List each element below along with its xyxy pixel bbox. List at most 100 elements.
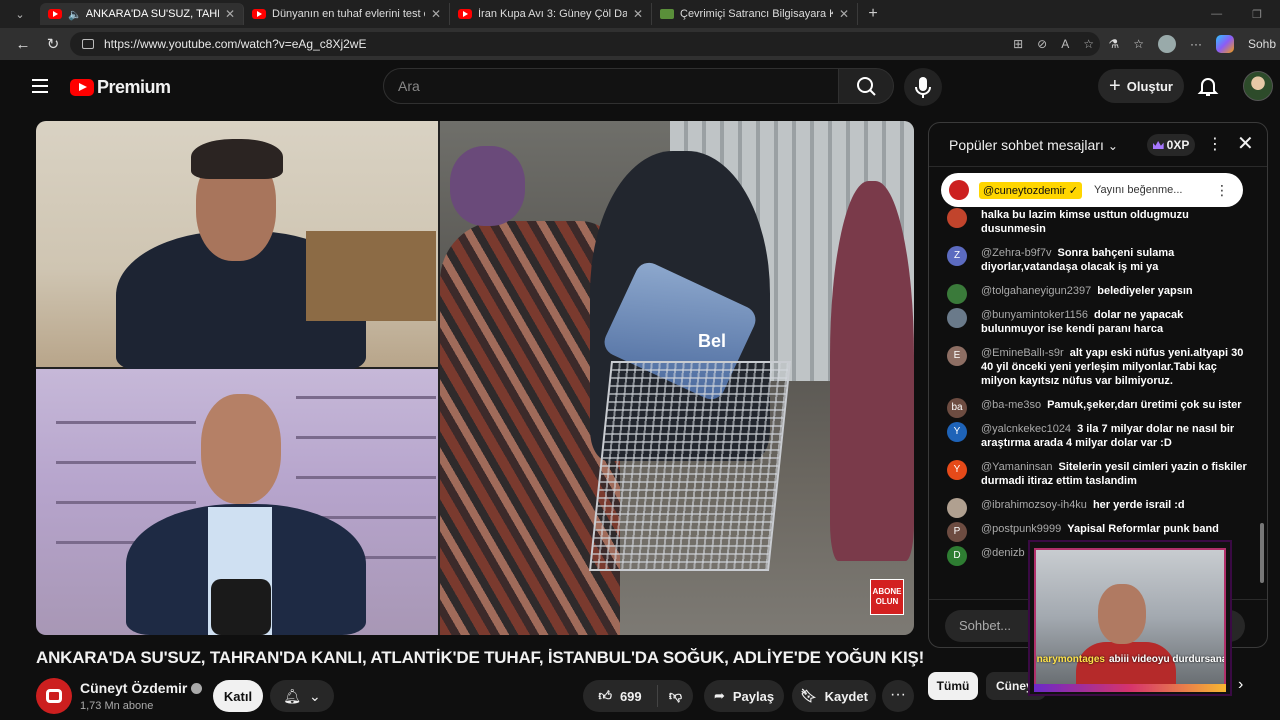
webcam-frame: narymontages abiii videoyu durdursana	[1034, 548, 1226, 686]
tracking-off-icon[interactable]: ⊘	[1037, 37, 1047, 51]
chat-mode-dropdown[interactable]: Popüler sohbet mesajları ⌄	[949, 137, 1118, 153]
chat-author-avatar[interactable]: Z	[947, 246, 967, 266]
notifications-bell-icon[interactable]	[1196, 74, 1220, 98]
read-aloud-icon[interactable]: A	[1061, 37, 1069, 51]
chat-author-name[interactable]: @bunyamintoker1156	[981, 309, 1088, 321]
join-button[interactable]: Katıl	[213, 680, 263, 712]
search-button[interactable]	[838, 68, 894, 104]
close-tab-icon[interactable]: ✕	[225, 7, 235, 21]
create-button[interactable]: + Oluştur	[1098, 69, 1184, 103]
browser-tab-1[interactable]: 🔈 ANKARA'DA SU'SUZ, TAHRAN ✕	[40, 3, 244, 25]
browser-tab-3[interactable]: İran Kupa Avı 3: Güney Çöl Dağ Ke ✕	[450, 3, 652, 25]
account-avatar[interactable]	[1243, 71, 1273, 101]
pinned-author-avatar	[949, 180, 969, 200]
site-info-icon[interactable]	[82, 39, 94, 49]
menu-hamburger-icon[interactable]	[32, 79, 48, 93]
chat-message[interactable]: E @EmineBallı-s9r alt yapı eski nüfus yeni…	[947, 346, 1247, 388]
chat-message[interactable]: halka bu lazim kimse usttun oldugmuzu du…	[947, 208, 1247, 236]
plus-icon: +	[1109, 74, 1121, 97]
extensions-icon[interactable]: ⚗	[1108, 37, 1119, 51]
chat-author-name[interactable]: @yalcnkekec1024	[981, 423, 1071, 435]
close-tab-icon[interactable]: ✕	[839, 7, 849, 21]
pinned-message[interactable]: @cuneytozdemir ✓ Yayını beğenme... ⋮	[941, 173, 1243, 207]
chat-message[interactable]: @tolgahaneyigun2397 belediyeler yapsın	[947, 284, 1247, 304]
chat-author-name[interactable]: @denizb	[981, 547, 1025, 559]
favorite-star-icon[interactable]: ☆	[1083, 37, 1094, 51]
app-grid-icon[interactable]: ⊞	[1013, 37, 1023, 51]
chat-author-avatar[interactable]: E	[947, 346, 967, 366]
chat-message[interactable]: ba @ba-me3so Pamuk,şeker,darı üretimi çok …	[947, 398, 1247, 418]
webcam-overlay: narymontages abiii videoyu durdursana	[1028, 540, 1232, 696]
chat-author-name[interactable]: @postpunk9999	[981, 523, 1061, 535]
chat-author-avatar[interactable]: D	[947, 546, 967, 566]
tab-title: Dünyanın en tuhaf evlerini test etti	[272, 8, 425, 20]
url-action-icons: ⊞ ⊘ A ☆	[1013, 28, 1094, 60]
chat-sidebar-label[interactable]: Sohb	[1248, 37, 1276, 51]
settings-dots-icon[interactable]: ···	[1190, 37, 1202, 51]
favorites-icon[interactable]: ☆	[1133, 37, 1144, 51]
chat-message[interactable]: Y @yalcnkekec1024 3 ila 7 milyar dolar ne …	[947, 422, 1247, 450]
more-actions-button[interactable]: ···	[882, 680, 914, 712]
minimize-icon[interactable]: —	[1211, 8, 1222, 20]
search-input[interactable]: Ara	[383, 68, 839, 104]
chat-author-avatar[interactable]: ba	[947, 398, 967, 418]
chat-author-name[interactable]: @ibrahimozsoy-ih4ku	[981, 499, 1087, 511]
chat-author-avatar[interactable]: P	[947, 522, 967, 542]
chat-author-avatar[interactable]	[947, 308, 967, 328]
chat-options-icon[interactable]: ⋮	[1207, 134, 1223, 154]
browser-tab-2[interactable]: Dünyanın en tuhaf evlerini test etti ✕	[244, 3, 450, 25]
subscribe-badge-overlay: ABONE OLUN	[870, 579, 904, 615]
channel-avatar[interactable]	[36, 678, 72, 714]
chevron-down-icon: ⌄	[1107, 139, 1118, 153]
chat-author-avatar[interactable]	[947, 208, 967, 228]
video-panel-host-bottom	[36, 369, 438, 635]
share-label: Paylaş	[732, 688, 775, 704]
chat-message[interactable]: @bunyamintoker1156 dolar ne yapacak bulun…	[947, 308, 1247, 336]
youtube-premium-logo[interactable]: Premium	[70, 77, 171, 98]
points-badge[interactable]: 0XP	[1147, 134, 1195, 156]
chat-message[interactable]: Z @Zehra-b9f7v Sonra bahçeni sulama diyorl…	[947, 246, 1247, 274]
badge-line-2: OLUN	[875, 597, 899, 606]
save-button[interactable]: 🔖︎ Kaydet	[792, 680, 876, 712]
copilot-icon[interactable]	[1215, 35, 1234, 53]
webcam-caption: narymontages abiii videoyu durdursana	[1036, 654, 1224, 665]
close-chat-icon[interactable]: ✕	[1237, 131, 1254, 156]
share-button[interactable]: ➦ Paylaş	[704, 680, 784, 712]
video-panel-host-top	[36, 121, 438, 371]
reload-icon[interactable]: ↻	[38, 35, 68, 53]
url-field[interactable]: https://www.youtube.com/watch?v=eAg_c8Xj…	[70, 32, 1100, 56]
back-arrow-icon[interactable]: ←	[8, 36, 38, 53]
chat-author-avatar[interactable]: Y	[947, 460, 967, 480]
close-tab-icon[interactable]: ✕	[431, 7, 441, 21]
speaker-icon[interactable]: 🔈	[68, 8, 82, 21]
profile-avatar[interactable]	[1157, 35, 1176, 53]
chat-message[interactable]: @ibrahimozsoy-ih4ku her yerde israil :d	[947, 498, 1247, 518]
chat-author-name[interactable]: @Zehra-b9f7v	[981, 247, 1051, 259]
tab-list-dropdown-icon[interactable]: ⌄	[0, 0, 40, 28]
browser-tab-4[interactable]: Çevrimiçi Satrancı Bilgisayara Karşı ✕	[652, 3, 858, 25]
chip-all[interactable]: Tümü	[928, 672, 978, 700]
subscribed-notifications-button[interactable]: 🔔︎ ⌄	[270, 680, 334, 712]
chat-scrollbar[interactable]	[1260, 523, 1264, 583]
channel-name[interactable]: Cüneyt Özdemir	[80, 680, 203, 696]
chat-author-name[interactable]: @Yamaninsan	[981, 461, 1053, 473]
chat-author-name[interactable]: @EmineBallı-s9r	[981, 347, 1064, 359]
voice-search-button[interactable]	[904, 68, 942, 106]
video-player[interactable]: Bel ABONE OLUN	[36, 121, 914, 635]
maximize-icon[interactable]: ❐	[1252, 8, 1262, 21]
video-panel-street: Bel	[440, 121, 914, 635]
new-tab-button[interactable]: +	[858, 5, 888, 23]
pinned-options-icon[interactable]: ⋮	[1215, 182, 1229, 199]
close-tab-icon[interactable]: ✕	[633, 7, 643, 21]
chat-author-name[interactable]: @ba-me3so	[981, 399, 1041, 411]
chat-message[interactable]: Y @Yamaninsan Sitelerin yesil cimleri yazi…	[947, 460, 1247, 488]
like-button[interactable]: 👍︎ 699	[583, 685, 658, 707]
chat-author-avatar[interactable]	[947, 284, 967, 304]
dislike-button[interactable]: 👎︎	[658, 688, 693, 704]
chat-message[interactable]: P @postpunk9999 Yapisal Reformlar punk ban…	[947, 522, 1247, 542]
chat-author-avatar[interactable]	[947, 498, 967, 518]
chevron-right-icon[interactable]: ›	[1238, 676, 1243, 694]
shopping-cart	[588, 361, 792, 571]
chat-author-avatar[interactable]: Y	[947, 422, 967, 442]
chat-author-name[interactable]: @tolgahaneyigun2397	[981, 285, 1091, 297]
